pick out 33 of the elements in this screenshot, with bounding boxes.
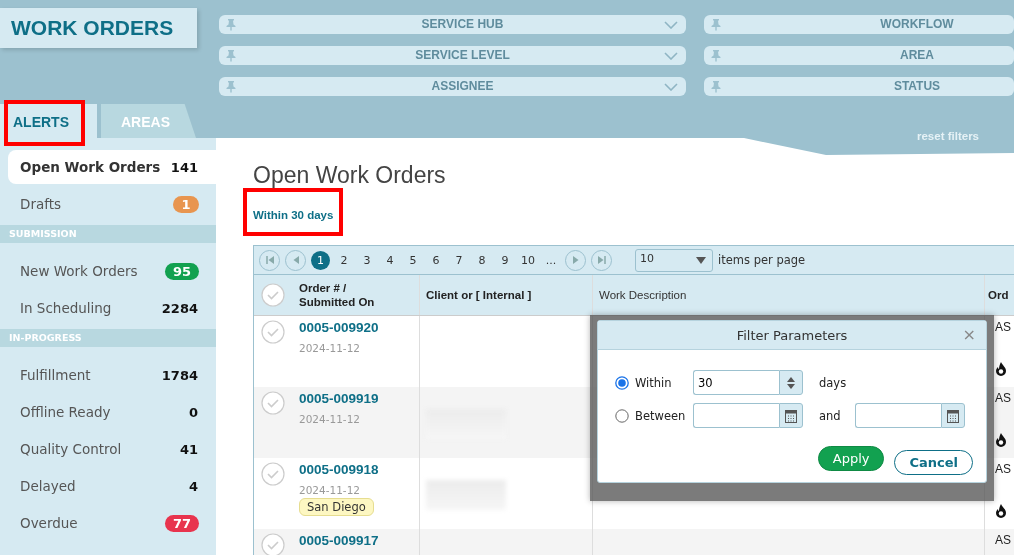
count: 141 [170, 159, 198, 175]
submitted-date: 2024-11-12 [299, 484, 361, 496]
radio-label: Between [635, 408, 686, 423]
and-label: and [818, 408, 842, 423]
page-size-label: items per page [718, 253, 806, 267]
filter-label: SERVICE HUB [420, 16, 505, 33]
table-cell: AS [995, 533, 1011, 547]
count: 41 [179, 441, 198, 457]
section-header: IN-PROGRESS [0, 329, 216, 347]
filter-label: ASSIGNEE [430, 78, 495, 95]
radio-label: Within [635, 375, 672, 390]
count: 0 [188, 404, 198, 420]
page-title: Open Work Orders [253, 162, 447, 190]
dialog-title: Filter Parameters [736, 327, 848, 343]
submitted-date: 2024-11-12 [299, 342, 361, 354]
filter-label: STATUS [892, 78, 942, 95]
count: 1784 [161, 367, 198, 383]
app-title: WORK ORDERS [0, 8, 197, 48]
table-cell: AS [995, 320, 1011, 334]
filter-label: AREA [899, 47, 935, 64]
count-badge: 1 [173, 195, 199, 213]
count-badge: 77 [164, 514, 199, 532]
table-cell: AS [995, 391, 1011, 405]
location-tag: San Diego [299, 498, 374, 516]
filter-label: SERVICE LEVEL [414, 47, 511, 64]
table-cell: AS [995, 462, 1011, 476]
count: 2284 [161, 300, 198, 316]
submitted-date: 2024-11-12 [299, 413, 361, 425]
filter-label: WORKFLOW [879, 16, 955, 33]
count: 4 [188, 478, 198, 494]
section-header: SUBMISSION [0, 225, 216, 243]
unit-label: days [818, 375, 848, 390]
count-badge: 95 [164, 262, 199, 280]
